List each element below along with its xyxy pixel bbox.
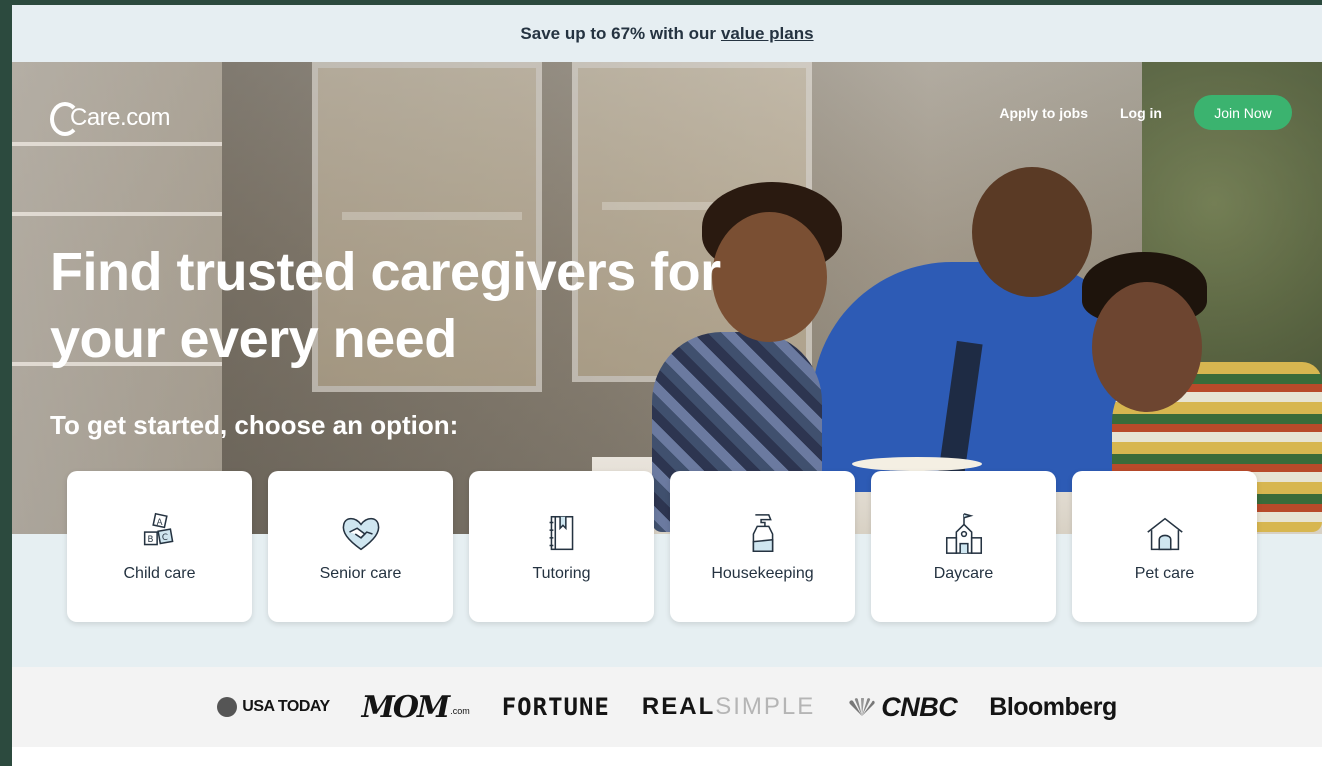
mom-text: MOM: [361, 689, 451, 725]
care-logo[interactable]: Care.com: [50, 101, 171, 136]
option-label: Daycare: [933, 564, 994, 582]
option-label: Child care: [123, 564, 196, 582]
usa-today-text: USA TODAY: [242, 698, 330, 715]
hero-pane-decor: [342, 212, 522, 220]
option-label: Tutoring: [532, 564, 591, 582]
hero-headline: Find trusted caregivers for your every n…: [50, 242, 721, 369]
hero-plate-decor: [852, 457, 982, 471]
mom-suffix: .com: [450, 706, 470, 716]
cnbc-text: CNBC: [881, 691, 958, 722]
hero-subhead: To get started, choose an option:: [50, 410, 459, 440]
svg-text:A: A: [156, 517, 162, 527]
doghouse-icon: [1146, 517, 1183, 550]
abc-blocks-icon: A B C: [143, 512, 173, 545]
simple-text: SIMPLE: [715, 693, 816, 720]
schoolhouse-icon: [945, 512, 982, 554]
real-text: REAL: [641, 693, 716, 720]
real-simple-logo: REAL SIMPLE: [642, 693, 815, 721]
value-plans-link[interactable]: value plans: [721, 24, 814, 44]
hero-shelf-decor: [12, 142, 222, 146]
option-housekeeping[interactable]: Housekeeping: [670, 471, 855, 622]
browser-frame: Save up to 67% with our value plans Care…: [12, 5, 1322, 766]
bloomberg-text: Bloomberg: [989, 692, 1117, 721]
peacock-icon: [849, 698, 875, 716]
option-pet-care[interactable]: Pet care: [1072, 471, 1257, 622]
option-label: Housekeeping: [711, 564, 814, 582]
promo-text: Save up to 67% with our: [520, 23, 716, 43]
care-options: A B C Child care Senior care Tutoring Ho…: [67, 471, 1273, 622]
apply-to-jobs-link[interactable]: Apply to jobs: [999, 105, 1088, 121]
notebook-icon: [549, 515, 573, 550]
fortune-logo: FORTUNE: [502, 693, 610, 721]
cnbc-logo: CNBC: [847, 691, 958, 723]
care-logo-icon: [50, 102, 80, 136]
option-label: Pet care: [1134, 564, 1195, 582]
hero-child2-head-decor: [1092, 282, 1202, 412]
usa-today-logo: USA TODAY: [217, 697, 330, 717]
page-bottom: [12, 747, 1322, 766]
top-nav: Apply to jobs Log in Join Now: [999, 95, 1292, 130]
logo-text: Care.com: [70, 104, 171, 131]
svg-text:C: C: [161, 533, 167, 543]
option-tutoring[interactable]: Tutoring: [469, 471, 654, 622]
bloomberg-logo: Bloomberg: [989, 692, 1117, 722]
hero-man-head-decor: [972, 167, 1092, 297]
hero-shelf-decor: [12, 212, 222, 216]
promo-banner: Save up to 67% with our value plans: [12, 5, 1322, 62]
fortune-text: FORTUNE: [501, 693, 610, 721]
option-child-care[interactable]: A B C Child care: [67, 471, 252, 622]
log-in-link[interactable]: Log in: [1120, 105, 1162, 121]
svg-text:B: B: [147, 535, 153, 545]
option-senior-care[interactable]: Senior care: [268, 471, 453, 622]
press-logos: USA TODAY MOM .com FORTUNE REAL SIMPLE C…: [12, 667, 1322, 747]
usa-today-dot-icon: [217, 697, 238, 717]
heart-hands-icon: [342, 517, 379, 550]
option-label: Senior care: [319, 564, 402, 582]
mom-logo: MOM .com: [362, 690, 470, 725]
option-daycare[interactable]: Daycare: [871, 471, 1056, 622]
join-now-button[interactable]: Join Now: [1194, 95, 1292, 130]
spray-bottle-icon: [752, 513, 773, 552]
